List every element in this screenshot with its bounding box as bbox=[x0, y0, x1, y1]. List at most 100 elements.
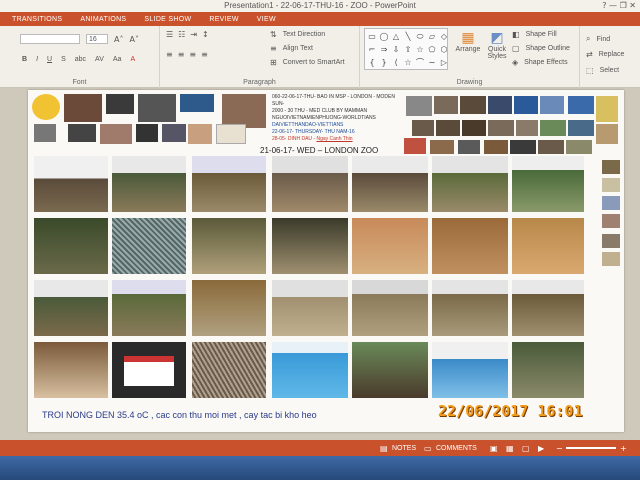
tab-slide-show[interactable]: SLIDE SHOW bbox=[144, 16, 191, 23]
photo-thumbnail[interactable] bbox=[460, 96, 486, 114]
zoo-photo[interactable] bbox=[34, 280, 108, 336]
slide-header-text[interactable]: 060-22-06-17-THU- BAO IN MSP - LONDON - … bbox=[272, 94, 400, 143]
zoo-photo[interactable] bbox=[192, 156, 266, 212]
zoo-photo[interactable] bbox=[432, 218, 508, 274]
notes-button[interactable]: NOTES bbox=[392, 445, 416, 452]
zoo-photo[interactable] bbox=[432, 280, 508, 336]
zoo-photo[interactable] bbox=[112, 218, 186, 274]
strikethrough-button[interactable]: S bbox=[61, 56, 66, 63]
zoo-photo[interactable] bbox=[272, 218, 348, 274]
photo-thumbnail[interactable] bbox=[68, 124, 96, 142]
photo-thumbnail[interactable] bbox=[568, 120, 594, 136]
font-color-button[interactable]: A bbox=[130, 56, 135, 63]
slide-caption[interactable]: TROI NONG DEN 35.4 oC , cac con thu moi … bbox=[42, 410, 317, 420]
zoom-in-icon[interactable]: + bbox=[620, 444, 627, 453]
zoo-photo[interactable] bbox=[272, 342, 348, 398]
photo-thumbnail[interactable] bbox=[602, 252, 620, 266]
photo-thumbnail[interactable] bbox=[540, 120, 566, 136]
photo-thumbnail[interactable] bbox=[436, 120, 460, 136]
shrink-font-button[interactable]: A˅ bbox=[129, 35, 138, 44]
zoo-photo[interactable] bbox=[34, 156, 108, 212]
line-spacing-icon[interactable]: ↕ bbox=[202, 30, 209, 39]
header-link[interactable]: Ngay Canh Thin bbox=[316, 136, 352, 142]
text-direction-button[interactable]: Text Direction bbox=[283, 31, 325, 38]
shadow-button[interactable]: abc bbox=[75, 56, 86, 63]
zoo-photo[interactable] bbox=[352, 218, 428, 274]
quick-styles-button[interactable]: ◩ Quick Styles bbox=[484, 30, 510, 60]
zoo-photo[interactable] bbox=[352, 280, 428, 336]
photo-thumbnail[interactable] bbox=[434, 96, 458, 114]
normal-view-icon[interactable]: ▣ bbox=[490, 444, 498, 453]
spacing-button[interactable]: AV bbox=[95, 56, 104, 63]
zoo-photo[interactable] bbox=[512, 280, 584, 336]
photo-thumbnail[interactable] bbox=[602, 178, 620, 192]
slideshow-icon[interactable]: ▶ bbox=[538, 444, 544, 453]
photo-thumbnail[interactable] bbox=[162, 124, 186, 142]
zoo-photo[interactable] bbox=[352, 156, 428, 212]
zoom-out-icon[interactable]: − bbox=[556, 444, 563, 453]
convert-smartart-button[interactable]: Convert to SmartArt bbox=[283, 59, 345, 66]
shape-effects-button[interactable]: Shape Effects bbox=[524, 59, 567, 66]
photo-thumbnail[interactable] bbox=[430, 140, 454, 154]
photo-thumbnail[interactable] bbox=[216, 124, 246, 144]
arrange-button[interactable]: ▦ Arrange bbox=[454, 30, 482, 53]
select-button[interactable]: Select bbox=[600, 67, 619, 74]
photo-thumbnail[interactable] bbox=[64, 94, 102, 122]
photo-thumbnail[interactable] bbox=[458, 140, 480, 154]
shape-outline-button[interactable]: Shape Outline bbox=[526, 45, 570, 52]
tab-review[interactable]: REVIEW bbox=[209, 16, 238, 23]
shapes-gallery[interactable]: ▭ ◯ △ ╲ ⬭ ▱ ◇ ⌐ ⇒ ⇩ ⇧ ☆ ⬠ ⬡ {} ⟨ ☆ ⌒ ∼ ▷ bbox=[364, 28, 448, 70]
photo-thumbnail[interactable] bbox=[566, 140, 592, 154]
align-text-button[interactable]: Align Text bbox=[283, 45, 313, 52]
photo-thumbnail[interactable] bbox=[462, 120, 486, 136]
photo-thumbnail[interactable] bbox=[222, 94, 266, 128]
zoo-photo[interactable] bbox=[192, 280, 266, 336]
slide[interactable]: 060-22-06-17-THU- BAO IN MSP - LONDON - … bbox=[28, 90, 624, 432]
zoo-photo[interactable] bbox=[112, 342, 186, 398]
photo-thumbnail[interactable] bbox=[516, 120, 538, 136]
bold-button[interactable]: B bbox=[22, 56, 27, 63]
photo-thumbnail[interactable] bbox=[602, 234, 620, 248]
zoo-photo[interactable] bbox=[272, 280, 348, 336]
photo-thumbnail[interactable] bbox=[602, 160, 620, 174]
zoo-photo[interactable] bbox=[192, 342, 266, 398]
photo-thumbnail[interactable] bbox=[32, 94, 60, 120]
zoo-photo[interactable] bbox=[432, 156, 508, 212]
photo-thumbnail[interactable] bbox=[596, 124, 618, 144]
find-button[interactable]: Find bbox=[596, 36, 610, 43]
zoo-photo[interactable] bbox=[112, 156, 186, 212]
photo-thumbnail[interactable] bbox=[602, 196, 620, 210]
replace-button[interactable]: Replace bbox=[599, 51, 625, 58]
underline-button[interactable]: U bbox=[47, 56, 52, 63]
zoo-photo[interactable] bbox=[432, 342, 508, 398]
zoo-photo[interactable] bbox=[192, 218, 266, 274]
font-size-box[interactable]: 16 bbox=[86, 34, 108, 44]
tab-transitions[interactable]: TRANSITIONS bbox=[12, 16, 62, 23]
photo-thumbnail[interactable] bbox=[404, 138, 426, 154]
zoo-photo[interactable] bbox=[352, 342, 428, 398]
zoo-photo[interactable] bbox=[34, 342, 108, 398]
photo-thumbnail[interactable] bbox=[188, 124, 212, 144]
photo-thumbnail[interactable] bbox=[34, 124, 56, 142]
photo-thumbnail[interactable] bbox=[510, 140, 536, 154]
photo-thumbnail[interactable] bbox=[514, 96, 538, 114]
tab-animations[interactable]: ANIMATIONS bbox=[80, 16, 126, 23]
zoo-photo[interactable] bbox=[112, 280, 186, 336]
photo-thumbnail[interactable] bbox=[538, 140, 564, 154]
comments-button[interactable]: COMMENTS bbox=[436, 445, 477, 452]
photo-thumbnail[interactable] bbox=[596, 96, 618, 122]
indent-icon[interactable]: ⇥ bbox=[190, 30, 197, 39]
photo-thumbnail[interactable] bbox=[488, 96, 512, 114]
photo-thumbnail[interactable] bbox=[602, 214, 620, 228]
window-controls[interactable]: ? — ❐ ✕ bbox=[602, 0, 636, 12]
tab-view[interactable]: VIEW bbox=[257, 16, 276, 23]
bullets-icon[interactable]: ☰ bbox=[166, 30, 173, 39]
photo-thumbnail[interactable] bbox=[100, 124, 132, 144]
photo-thumbnail[interactable] bbox=[540, 96, 564, 114]
photo-thumbnail[interactable] bbox=[568, 96, 594, 114]
italic-button[interactable]: I bbox=[36, 56, 38, 63]
photo-thumbnail[interactable] bbox=[138, 94, 176, 122]
photo-thumbnail[interactable] bbox=[488, 120, 514, 136]
photo-thumbnail[interactable] bbox=[406, 96, 432, 116]
justify-icon[interactable]: ≡ bbox=[201, 50, 208, 59]
